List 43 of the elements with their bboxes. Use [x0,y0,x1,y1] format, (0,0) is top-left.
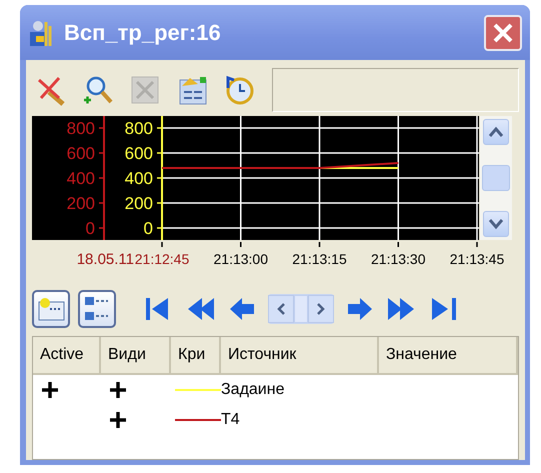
column-header[interactable]: Источник [221,337,379,375]
close-icon [491,20,515,44]
axis-label: 400 [66,169,95,188]
toggle-button[interactable] [32,290,70,328]
axis-label: 200 [124,194,153,213]
chevron-left-icon [276,302,286,316]
time-label: 21:13:45 [450,251,504,267]
column-header[interactable]: Значение [379,337,518,375]
time-label: 21:12:45 [134,251,190,267]
scroll-up-button[interactable] [483,119,509,145]
axis-label: 800 [66,119,95,138]
axis-label: 600 [66,144,95,163]
source-label: T4 [221,411,240,429]
time-label: 21:13:15 [292,251,347,267]
chevron-up-icon [488,126,504,138]
axis-label: 200 [66,194,95,213]
toolbar-button[interactable] [82,74,114,106]
axis-label: 0 [86,219,95,238]
chevron-down-icon [488,218,504,230]
column-header[interactable]: Види [101,337,171,375]
time-label: 21:13:00 [214,251,268,267]
scroll-thumb[interactable] [482,165,510,191]
toolbar-button[interactable] [35,74,67,106]
zoom-in-icon [82,74,114,106]
scrollbar[interactable] [480,116,512,240]
axis-label: 800 [124,119,153,138]
axis-label: 400 [124,169,153,188]
scroll-thumb[interactable] [294,295,308,323]
column-header[interactable]: Кри [171,337,221,375]
scroll-right-button[interactable] [308,295,334,323]
toggle-button[interactable] [78,290,116,328]
window-title: Всп_тр_рег:16 [64,20,222,46]
scroll-down-button[interactable] [483,211,509,237]
chevron-right-icon [316,302,326,316]
eraser-cross-icon [35,74,67,106]
column-header[interactable]: Active [33,337,101,375]
scroll-left-button[interactable] [268,295,294,323]
axis-label: 0 [144,219,153,238]
source-label: Задаине [221,381,284,399]
close-button[interactable] [484,14,522,50]
axis-label: 600 [124,144,153,163]
date-label: 18.05.11 [76,251,134,268]
time-label: 21:13:30 [371,251,426,267]
